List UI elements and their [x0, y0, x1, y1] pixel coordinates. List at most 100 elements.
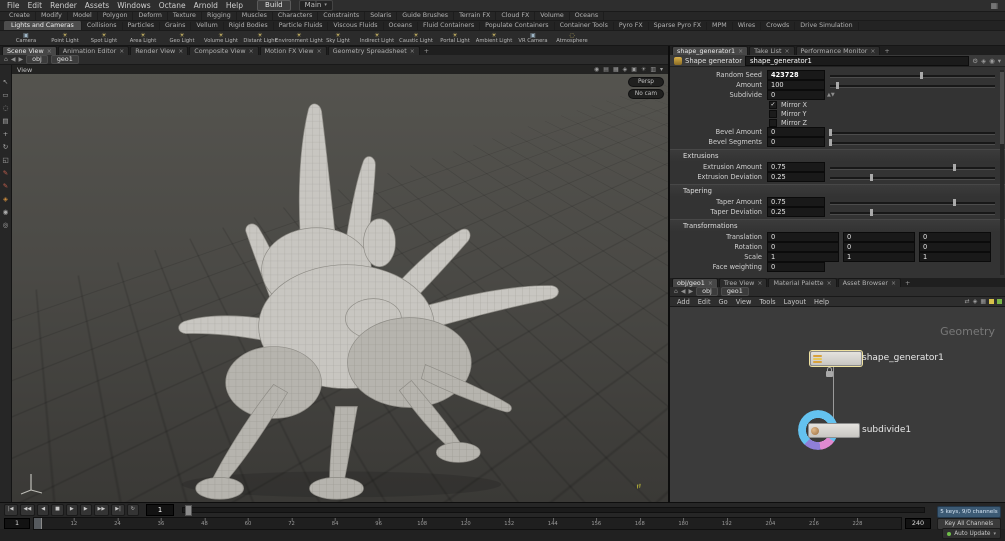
shelf-tab-oceans[interactable]: Oceans — [384, 22, 418, 30]
camera-icon[interactable]: ▣ — [631, 66, 637, 73]
close-icon[interactable]: × — [249, 48, 254, 55]
paint-tool-icon[interactable]: ✎ — [3, 170, 8, 177]
shelf-tab-viscous-fluids[interactable]: Viscous Fluids — [328, 22, 384, 30]
pose-tool-icon[interactable]: ◉ — [3, 209, 9, 216]
tool-atmosphere[interactable]: ◌ Atmosphere — [554, 32, 590, 45]
back-icon[interactable]: ◀ — [681, 288, 686, 295]
new-tab-button[interactable]: + — [881, 47, 892, 55]
network-menu-view[interactable]: View — [732, 298, 756, 306]
slider-handle[interactable] — [870, 173, 874, 181]
tab-obj-geo1[interactable]: obj/geo1 × — [672, 278, 718, 287]
color-swatch-icon[interactable] — [989, 299, 994, 304]
magnet-icon[interactable]: ◈ — [981, 57, 986, 65]
param-slider[interactable] — [829, 128, 995, 137]
home-icon[interactable]: ⌂ — [4, 56, 8, 63]
param-slider[interactable] — [830, 163, 995, 172]
keys-info-button[interactable]: 5 keys, 9/0 channels — [937, 506, 1001, 518]
persp-view-button[interactable]: Persp — [627, 77, 664, 87]
param-value-field[interactable]: 0 — [767, 232, 839, 242]
tool-area-light[interactable]: ☀ Area Light — [125, 32, 161, 45]
menu-edit[interactable]: Edit — [24, 1, 47, 10]
network-editor-canvas[interactable]: Geometry shape_generator1 subdivide1 — [670, 307, 1005, 502]
node-name-field[interactable]: shape_generator1 — [745, 55, 970, 66]
param-slider[interactable] — [830, 198, 995, 207]
param-section-tapering[interactable]: Tapering — [670, 184, 1005, 197]
wire-icon[interactable]: ▤ — [603, 66, 609, 73]
snap-icon[interactable]: ◈ — [623, 66, 628, 73]
range-end-field[interactable]: 240 — [905, 517, 931, 529]
network-menu-layout[interactable]: Layout — [780, 298, 810, 306]
tool-camera[interactable]: ▣ Camera — [8, 32, 44, 45]
checkbox-icon[interactable] — [769, 118, 777, 127]
slider-handle[interactable] — [870, 208, 874, 216]
tool-volume-light[interactable]: ☀ Volume Light — [203, 32, 239, 45]
param-value-field[interactable]: 0 — [919, 232, 991, 242]
link-icon[interactable]: ⇄ — [965, 298, 970, 305]
param-section-extrusions[interactable]: Extrusions — [670, 149, 1005, 162]
menu-arnold[interactable]: Arnold — [190, 1, 222, 10]
shelf-tab-muscles[interactable]: Muscles — [237, 12, 273, 20]
loop-button[interactable]: ↻ — [126, 504, 139, 516]
network-menu-edit[interactable]: Edit — [694, 298, 715, 306]
param-value-field[interactable]: 0 — [767, 137, 825, 147]
param-value-field[interactable]: 1 — [919, 252, 991, 262]
shelf-tab-rigid-bodies[interactable]: Rigid Bodies — [224, 22, 274, 30]
shelf-tab-sparse-pyro-fx[interactable]: Sparse Pyro FX — [649, 22, 708, 30]
tool-vr-camera[interactable]: ▣ VR Camera — [515, 32, 551, 45]
step-back-button[interactable]: ◀ — [37, 504, 50, 516]
close-icon[interactable]: × — [827, 280, 832, 287]
close-icon[interactable]: × — [47, 48, 52, 55]
tab-shape-generator1[interactable]: shape_generator1 × — [672, 46, 749, 55]
network-menu-add[interactable]: Add — [673, 298, 694, 306]
slider-handle[interactable] — [919, 71, 923, 79]
shelf-tab-polygon[interactable]: Polygon — [98, 12, 134, 20]
param-value-field[interactable]: 1 — [843, 252, 915, 262]
shelf-tab-cloud-fx[interactable]: Cloud FX — [496, 12, 536, 20]
rotate-tool-icon[interactable]: ↻ — [3, 144, 8, 151]
back-icon[interactable]: ◀ — [11, 56, 16, 63]
tool-sky-light[interactable]: ☀ Sky Light — [320, 32, 356, 45]
forward-icon[interactable]: ▶ — [18, 56, 23, 63]
tab-take-list[interactable]: Take List × — [749, 46, 795, 55]
path-chip-geo1[interactable]: geo1 — [720, 287, 749, 296]
presets-icon[interactable]: ▾ — [660, 66, 663, 73]
param-mirror-y[interactable]: Mirror Y — [670, 109, 1005, 118]
param-value-field[interactable]: 423728 — [767, 70, 825, 80]
playhead[interactable] — [34, 517, 42, 529]
current-frame-field[interactable]: 1 — [145, 504, 174, 516]
close-icon[interactable]: × — [410, 48, 415, 55]
menu-help[interactable]: Help — [222, 1, 247, 10]
shelf-tab-mpm[interactable]: MPM — [707, 22, 733, 30]
tab-animation-editor[interactable]: Animation Editor × — [57, 46, 130, 55]
tab-performance-monitor[interactable]: Performance Monitor × — [795, 46, 881, 55]
shelf-tab-populate-containers[interactable]: Populate Containers — [480, 22, 555, 30]
home-icon[interactable]: ⌂ — [674, 288, 678, 295]
param-slider[interactable] — [830, 71, 995, 80]
hand-tool-icon[interactable]: ▤ — [2, 118, 8, 125]
shelf-tab-collisions[interactable]: Collisions — [82, 22, 123, 30]
menu-octane[interactable]: Octane — [155, 1, 190, 10]
network-menu-tools[interactable]: Tools — [755, 298, 779, 306]
slider-handle[interactable] — [829, 128, 832, 136]
scene-viewport[interactable]: View ◉ ▤ ▦ ◈ ▣ ☀ ▥ ▾ Persp No cam 〃 — [12, 65, 668, 502]
shelf-tab-particles[interactable]: Particles — [123, 22, 161, 30]
shelf-tab-texture[interactable]: Texture — [168, 12, 202, 20]
param-value-field[interactable]: 0.75 — [767, 162, 825, 172]
param-mirror-x[interactable]: ✓ Mirror X — [670, 100, 1005, 109]
param-value-field[interactable]: 1 — [767, 252, 839, 262]
shade-icon[interactable]: ◉ — [594, 66, 599, 73]
select-box-tool-icon[interactable]: ▭ — [2, 92, 8, 99]
close-icon[interactable]: × — [757, 280, 762, 287]
network-menu-help[interactable]: Help — [810, 298, 833, 306]
path-chip-obj[interactable]: obj — [26, 55, 48, 64]
search-icon[interactable]: ◉ — [989, 57, 995, 65]
shelf-tab-lights-and-cameras[interactable]: Lights and Cameras — [4, 21, 82, 30]
creature-mesh[interactable] — [12, 65, 668, 500]
shelf-tab-constraints[interactable]: Constraints — [318, 12, 366, 20]
network-menu-go[interactable]: Go — [715, 298, 732, 306]
shelf-tab-solaris[interactable]: Solaris — [365, 12, 398, 20]
lights-icon[interactable]: ☀ — [641, 66, 646, 73]
tab-tree-view[interactable]: Tree View × — [718, 278, 768, 287]
gear-icon[interactable]: ⚙ — [972, 57, 978, 65]
param-mirror-z[interactable]: Mirror Z — [670, 118, 1005, 127]
